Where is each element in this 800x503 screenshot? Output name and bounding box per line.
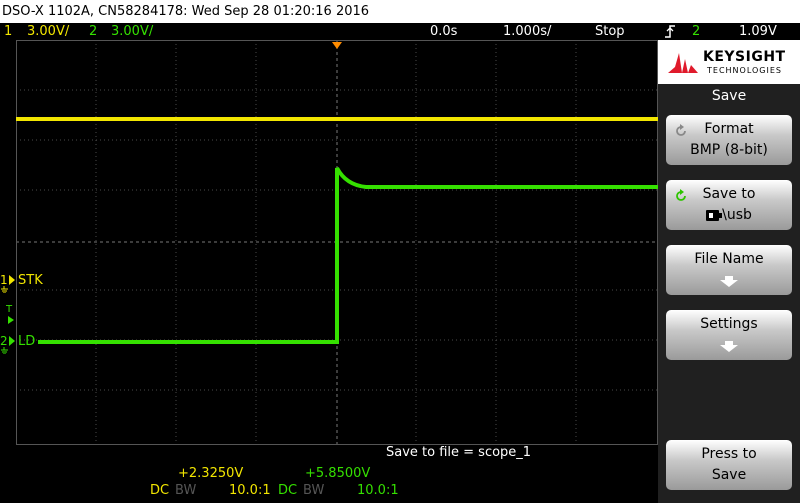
ch1-number[interactable]: 1 <box>4 23 12 40</box>
svg-text:2: 2 <box>0 334 8 348</box>
press-to-label: Press to <box>701 446 757 462</box>
ch2-bw-limit: BW <box>303 483 325 498</box>
ch1-coupling: DC <box>150 483 170 498</box>
format-softkey[interactable]: Format BMP (8-bit) <box>666 115 792 165</box>
ch2-scale[interactable]: 3.00V/ <box>111 23 153 40</box>
ch1-probe-ratio: 10.0:1 <box>229 483 271 498</box>
ch1-scale[interactable]: 3.00V/ <box>27 23 69 40</box>
save-to-value-row: \usb <box>666 207 792 223</box>
ch2-number[interactable]: 2 <box>89 23 97 40</box>
time-offset[interactable]: 0.0s <box>430 23 457 40</box>
save-label: Save <box>711 467 747 483</box>
keysight-wave-icon <box>668 53 698 73</box>
save-to-value: \usb <box>722 207 752 223</box>
save-to-label: Save to <box>702 186 756 202</box>
brand-subtitle: TECHNOLOGIES <box>707 66 782 75</box>
menu-title: Save <box>711 88 747 104</box>
softkey-panel: KEYSIGHT TECHNOLOGIES Save Format BMP (8… <box>658 40 800 503</box>
trigger-channel[interactable]: 2 <box>692 23 700 40</box>
run-state[interactable]: Stop <box>595 23 625 40</box>
keysight-logo: KEYSIGHT TECHNOLOGIES <box>658 40 800 84</box>
format-label: Format <box>704 121 754 137</box>
settings-label: Settings <box>700 316 758 332</box>
svg-text:1: 1 <box>0 273 8 287</box>
format-value: BMP (8-bit) <box>690 142 768 158</box>
arrow-down-icon <box>720 341 738 352</box>
ch1-bw-limit: BW <box>175 483 197 498</box>
status-bar: 1 3.00V/ 2 3.00V/ 0.0s 1.000s/ Stop 2 1.… <box>0 23 800 40</box>
ch2-ground-marker[interactable]: 2 <box>0 334 16 358</box>
trigger-level[interactable]: 1.09V <box>739 23 777 40</box>
ch2-measure-value: +5.8500V <box>305 466 371 481</box>
ch2-probe-ratio: 10.0:1 <box>357 483 399 498</box>
svg-text:T: T <box>6 304 13 315</box>
press-to-save-softkey[interactable]: Press to Save <box>666 440 792 490</box>
waveform-display[interactable] <box>16 40 658 445</box>
bottom-info-bar: Save to file = scope_1 +2.3250V +5.8500V… <box>0 445 658 503</box>
ch2-label: LD <box>18 334 36 349</box>
arrow-down-icon <box>720 276 738 287</box>
window-title: DSO-X 1102A, CN58284178: Wed Sep 28 01:2… <box>0 0 800 23</box>
ch2-coupling: DC <box>278 483 298 498</box>
ch2-trace <box>38 167 658 344</box>
time-scale[interactable]: 1.000s/ <box>503 23 551 40</box>
ch1-measure-value: +2.3250V <box>178 466 244 481</box>
ch1-label: STK <box>18 273 43 288</box>
save-to-softkey[interactable]: Save to \usb <box>666 180 792 230</box>
file-name-softkey[interactable]: File Name <box>666 245 792 295</box>
trigger-level-marker: T <box>5 303 18 329</box>
usb-drive-icon <box>706 210 723 221</box>
brand-name: KEYSIGHT <box>703 49 786 65</box>
trigger-position-marker <box>332 42 342 49</box>
settings-softkey[interactable]: Settings <box>666 310 792 360</box>
ch1-ground-marker[interactable]: 1 <box>0 273 16 297</box>
save-message: Save to file = scope_1 <box>386 445 532 460</box>
file-name-label: File Name <box>694 251 764 267</box>
